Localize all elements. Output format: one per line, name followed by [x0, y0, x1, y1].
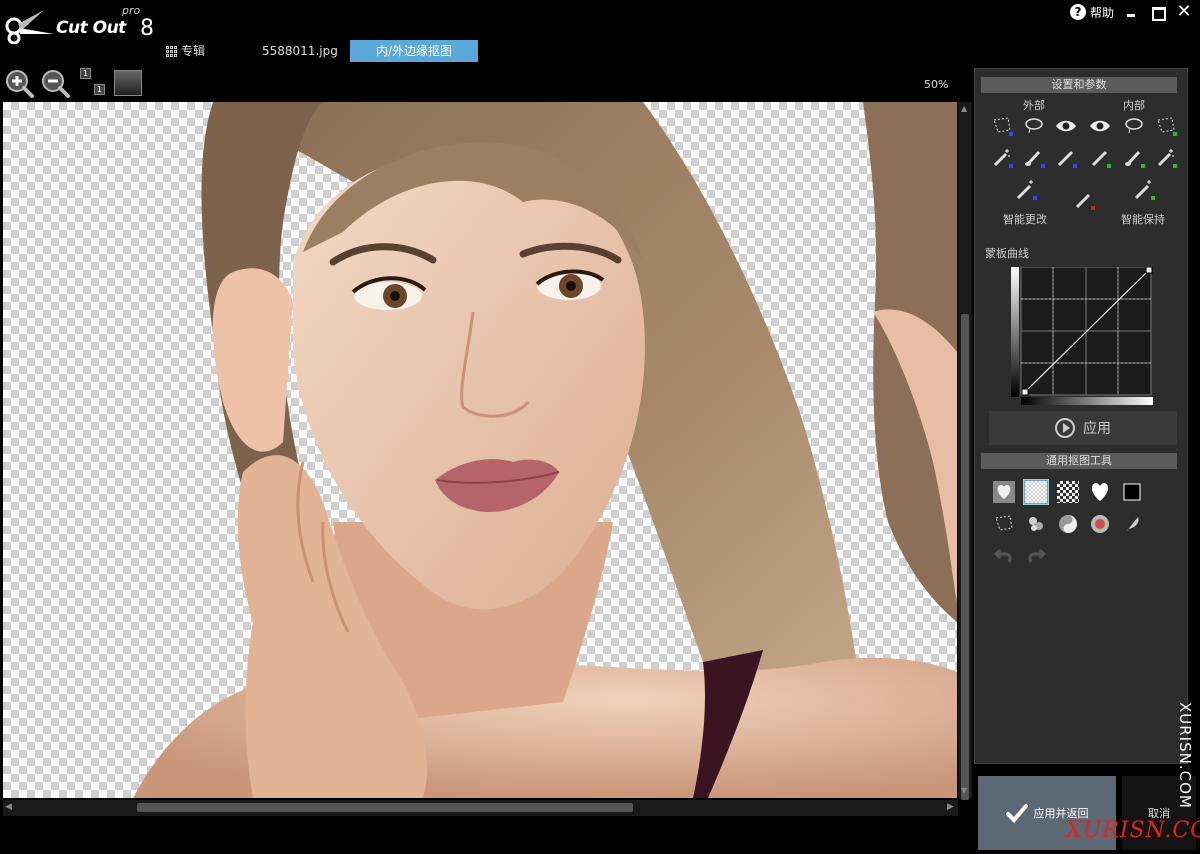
- vertical-scrollbar[interactable]: ▲ ▼: [958, 102, 972, 800]
- feather-icon: [1126, 517, 1139, 532]
- help-icon: ?: [1069, 4, 1086, 20]
- settings-header: 设置和参数: [981, 77, 1177, 93]
- tab-bar: 专辑 5588011.jpg 内/外边缘抠图: [160, 40, 478, 62]
- tab-edge-cutout-label: 内/外边缘抠图: [375, 44, 453, 58]
- watermark-vertical: XURISN.COM: [1176, 702, 1194, 809]
- tab-file-label: 5588011.jpg: [262, 44, 338, 58]
- scroll-up-arrow[interactable]: ▲: [961, 104, 967, 113]
- actual-size-button[interactable]: 1 1: [80, 68, 108, 98]
- smart-eraser-tool[interactable]: [1071, 187, 1097, 213]
- watermark-horizontal: XURISN.COM: [1066, 818, 1200, 843]
- polygon-lasso-icon: [995, 515, 1013, 531]
- image-canvas[interactable]: [3, 102, 957, 798]
- zoom-out-icon[interactable]: [40, 68, 70, 98]
- eye-icon: [1056, 120, 1076, 132]
- checkmark-icon: [1005, 804, 1028, 823]
- heart-icon: [1091, 483, 1109, 501]
- play-icon: [1055, 418, 1075, 438]
- tab-edge-cutout[interactable]: 内/外边缘抠图: [350, 40, 478, 62]
- title-bar: Cut Out pro 8 专辑 5588011.jpg 内/外边缘抠图 ? 帮…: [0, 0, 1200, 66]
- tools-header: 通用抠图工具: [981, 453, 1177, 469]
- redo-button[interactable]: [1023, 543, 1049, 569]
- heart-icon: [993, 481, 1015, 503]
- tab-album[interactable]: 专辑: [160, 40, 256, 62]
- blur-icon: [1029, 517, 1043, 531]
- outer-polygon-lasso-tool[interactable]: [989, 113, 1015, 139]
- undo-button[interactable]: [991, 543, 1017, 569]
- actual-size-bottom: 1: [94, 84, 105, 95]
- checker-icon: [1025, 481, 1047, 503]
- outer-magic-brush-tool[interactable]: [989, 145, 1015, 171]
- feather-tool[interactable]: [1119, 511, 1145, 537]
- apply-curve-button[interactable]: 应用: [989, 411, 1177, 445]
- view-toolbar: 1 1 50%: [0, 66, 972, 100]
- grid-icon: [166, 45, 177, 57]
- mask-curve-editor[interactable]: [1011, 267, 1155, 407]
- actual-size-top: 1: [80, 68, 91, 79]
- inner-lasso-tool[interactable]: [1121, 113, 1147, 139]
- black-bg-tool[interactable]: [1119, 479, 1145, 505]
- apply-label: 应用: [1083, 421, 1111, 437]
- smart-keep-tool[interactable]: [1131, 177, 1157, 203]
- outer-pencil-tool[interactable]: [1053, 145, 1079, 171]
- outer-brush-tool[interactable]: [1021, 145, 1047, 171]
- transparent-bg-tool[interactable]: [1023, 479, 1049, 505]
- undo-icon: [994, 548, 1012, 563]
- zoom-in-icon[interactable]: [4, 68, 34, 98]
- maximize-button[interactable]: [1150, 4, 1166, 21]
- lasso-icon: [1125, 118, 1143, 134]
- outer-view-tool[interactable]: [1053, 113, 1079, 139]
- inside-label: 内部: [1123, 99, 1145, 112]
- settings-panel: 设置和参数 外部 内部 智能更改 智能保持 蒙板曲线 应用 通用抠图工具: [974, 68, 1188, 764]
- polygon-select-tool[interactable]: [991, 511, 1017, 537]
- zoom-level: 50%: [924, 78, 949, 91]
- scroll-right-arrow[interactable]: ▶: [947, 802, 954, 812]
- inner-polygon-lasso-tool[interactable]: [1153, 113, 1179, 139]
- yin-yang-tool[interactable]: [1055, 511, 1081, 537]
- color-tool[interactable]: [1087, 511, 1113, 537]
- inner-brush-tool[interactable]: [1121, 145, 1147, 171]
- window-controls: ? 帮助 ✕: [1069, 2, 1192, 22]
- scroll-left-arrow[interactable]: ◀: [5, 802, 12, 812]
- outside-label: 外部: [1023, 99, 1045, 112]
- tab-file[interactable]: 5588011.jpg: [256, 40, 356, 62]
- heart-bg-gray-tool[interactable]: [991, 479, 1017, 505]
- checker-icon: [1057, 481, 1079, 503]
- black-square-icon: [1123, 483, 1141, 501]
- help-label: 帮助: [1089, 5, 1114, 20]
- smart-keep-label: 智能保持: [1121, 213, 1165, 226]
- scissors-icon: [5, 10, 54, 44]
- inner-view-tool[interactable]: [1087, 113, 1113, 139]
- fit-window-button[interactable]: [114, 70, 142, 96]
- outer-lasso-tool[interactable]: [1021, 113, 1047, 139]
- inner-magic-brush-tool[interactable]: [1153, 145, 1179, 171]
- app-logo: Cut Out pro 8: [4, 2, 164, 44]
- help-button[interactable]: ? 帮助: [1069, 4, 1114, 21]
- close-button[interactable]: ✕: [1176, 3, 1192, 21]
- checker-bg-tool[interactable]: [1055, 479, 1081, 505]
- tab-album-label: 专辑: [181, 44, 206, 58]
- lasso-icon: [1025, 118, 1043, 134]
- logo-version: 8: [140, 16, 154, 41]
- heart-white-tool[interactable]: [1087, 479, 1113, 505]
- inner-pencil-tool[interactable]: [1087, 145, 1113, 171]
- logo-edition: pro: [122, 4, 141, 17]
- color-ball-icon: [1091, 515, 1109, 533]
- horizontal-scrollbar[interactable]: ◀ ▶: [3, 800, 958, 816]
- yin-yang-icon: [1059, 515, 1077, 533]
- blur-tool[interactable]: [1023, 511, 1049, 537]
- smart-change-tool[interactable]: [1013, 177, 1039, 203]
- minimize-button[interactable]: [1124, 4, 1140, 20]
- smart-change-label: 智能更改: [1003, 213, 1047, 226]
- logo-text: Cut Out: [56, 18, 126, 38]
- mask-curve-label: 蒙板曲线: [985, 247, 1029, 260]
- eye-icon: [1090, 120, 1110, 132]
- vertical-scroll-thumb[interactable]: [961, 314, 969, 800]
- redo-icon: [1028, 548, 1046, 563]
- horizontal-scroll-thumb[interactable]: [137, 803, 633, 812]
- cutout-image: [133, 102, 957, 798]
- scroll-down-arrow[interactable]: ▼: [961, 786, 967, 795]
